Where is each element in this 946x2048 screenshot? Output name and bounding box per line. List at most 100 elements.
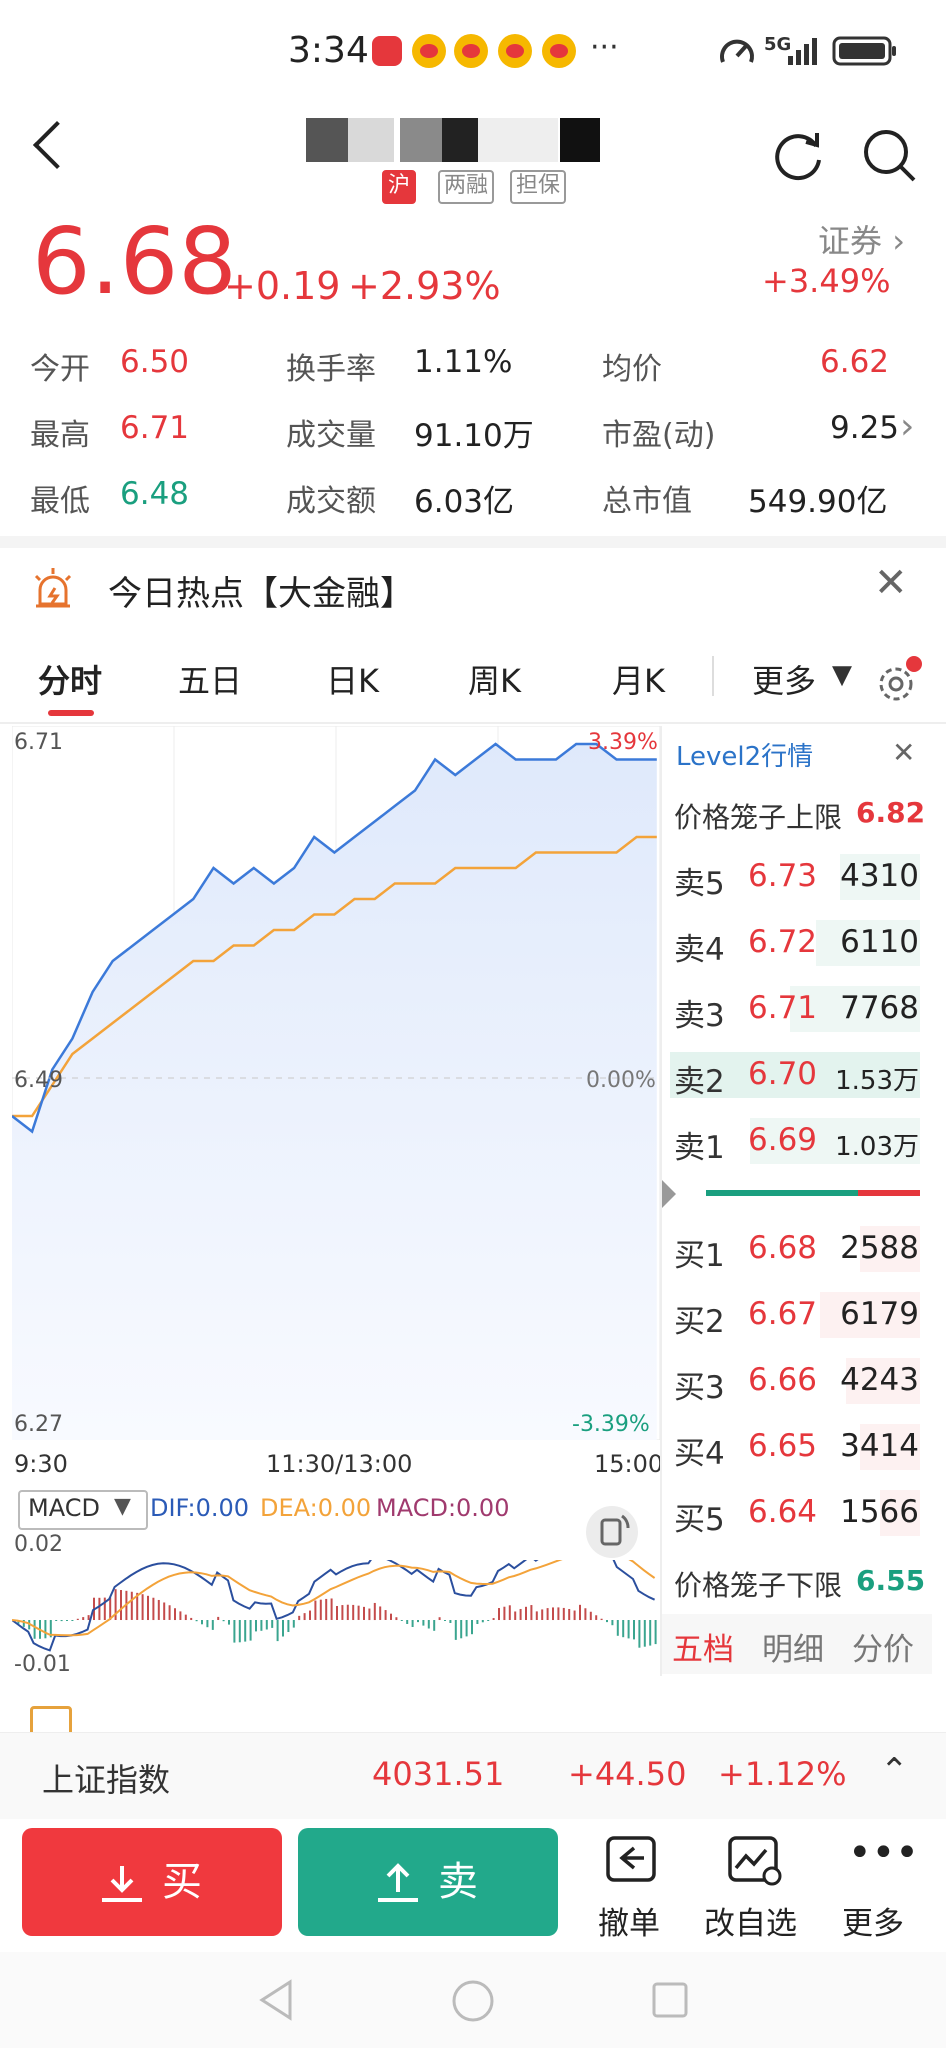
macd-bar bbox=[390, 1613, 392, 1620]
tab-weekly-k[interactable]: 周K bbox=[468, 656, 521, 702]
macd-bar bbox=[211, 1620, 214, 1630]
nav-back-icon[interactable] bbox=[256, 1978, 296, 2022]
macd-bar bbox=[622, 1620, 625, 1638]
ask-label: 卖4 bbox=[674, 932, 725, 968]
settings-gear-icon[interactable] bbox=[872, 656, 922, 706]
macd-bar bbox=[147, 1595, 149, 1621]
index-bar[interactable]: 上证指数 4031.51 +44.50 +1.12% ⌃ bbox=[0, 1732, 946, 1819]
stat-value: 6.71 bbox=[120, 410, 190, 446]
tab-more[interactable]: 更多 bbox=[752, 656, 816, 702]
tab-five-levels[interactable]: 五档 bbox=[672, 1624, 734, 1669]
level2-title[interactable]: Level2行情 bbox=[676, 736, 813, 773]
weibo-notification-icon bbox=[498, 34, 532, 68]
macd-bar bbox=[174, 1608, 176, 1621]
macd-bar bbox=[616, 1620, 619, 1636]
collapse-arrow-icon[interactable] bbox=[662, 1180, 676, 1208]
ask-volume: 7768 bbox=[840, 990, 919, 1026]
ask-volume: 1.03万 bbox=[835, 1132, 919, 1162]
macd-bar bbox=[508, 1605, 511, 1620]
macd-bar bbox=[120, 1590, 122, 1621]
macd-bar bbox=[546, 1608, 549, 1620]
macd-bar bbox=[206, 1620, 209, 1628]
macd-bar bbox=[589, 1611, 592, 1621]
macd-bar bbox=[514, 1611, 517, 1620]
price-change-pct: +2.93% bbox=[348, 264, 501, 308]
macd-bar bbox=[627, 1620, 630, 1639]
macd-bar bbox=[406, 1620, 409, 1624]
stat-value: 6.48 bbox=[120, 476, 190, 512]
indicator-selector[interactable]: MACD ▼ bbox=[18, 1490, 148, 1530]
macd-bar bbox=[454, 1620, 457, 1640]
bid-price: 6.66 bbox=[748, 1362, 818, 1398]
macd-bar bbox=[276, 1620, 279, 1642]
tab-monthly-k[interactable]: 月K bbox=[612, 656, 665, 702]
sector-link[interactable]: 证券 › bbox=[818, 216, 905, 262]
chevron-up-icon[interactable]: ⌃ bbox=[880, 1751, 909, 1791]
cancel-order-button[interactable]: 撤单 bbox=[592, 1830, 672, 1942]
macd-bar bbox=[357, 1605, 360, 1620]
nav-recents-icon[interactable] bbox=[650, 1980, 690, 2020]
sell-label: 卖 bbox=[438, 1859, 478, 1905]
bid-price: 6.67 bbox=[748, 1296, 818, 1332]
close-icon[interactable]: ✕ bbox=[892, 736, 915, 769]
macd-bar bbox=[217, 1616, 220, 1620]
bid-volume: 4243 bbox=[840, 1362, 919, 1398]
search-icon[interactable] bbox=[860, 126, 918, 186]
stat-value: 6.62 bbox=[820, 344, 890, 380]
orderbook-tabs: 五档 明细 分价 bbox=[662, 1614, 932, 1674]
edit-watchlist-button[interactable]: 改自选 bbox=[700, 1830, 810, 1942]
rotate-screen-button[interactable] bbox=[586, 1506, 638, 1558]
tab-intraday[interactable]: 分时 bbox=[38, 656, 102, 702]
close-icon[interactable]: ✕ bbox=[874, 560, 908, 606]
macd-bar bbox=[525, 1606, 527, 1621]
gift-icon bbox=[30, 1706, 72, 1732]
battery-icon bbox=[832, 36, 896, 66]
macd-bar bbox=[179, 1611, 182, 1620]
macd-bar bbox=[66, 1620, 68, 1621]
y-axis-top: 6.71 bbox=[14, 730, 63, 755]
bid-label: 买3 bbox=[674, 1370, 725, 1406]
stat-label: 总市值 bbox=[602, 484, 692, 519]
intraday-chart[interactable] bbox=[12, 726, 660, 1440]
stat-label: 成交量 bbox=[286, 418, 376, 453]
divider bbox=[0, 536, 946, 548]
bid-volume: 2588 bbox=[840, 1230, 919, 1266]
macd-axis-top: 0.02 bbox=[14, 1532, 63, 1557]
index-change: +44.50 bbox=[568, 1755, 687, 1793]
nav-home-icon[interactable] bbox=[450, 1978, 496, 2024]
macd-bar bbox=[433, 1620, 436, 1631]
buy-label: 买 bbox=[162, 1859, 202, 1905]
chevron-right-icon[interactable]: › bbox=[900, 406, 914, 447]
macd-bar bbox=[319, 1599, 322, 1620]
tab-price-volume[interactable]: 分价 bbox=[852, 1624, 914, 1669]
macd-bar bbox=[368, 1608, 371, 1621]
macd-bar bbox=[584, 1608, 587, 1620]
macd-bar bbox=[643, 1620, 646, 1647]
tab-daily-k[interactable]: 日K bbox=[326, 656, 379, 702]
pct-axis-mid: 0.00% bbox=[586, 1068, 656, 1093]
stat-label: 市盈(动) bbox=[602, 418, 716, 453]
ask-price: 6.72 bbox=[748, 924, 818, 960]
y-axis-mid: 6.49 bbox=[14, 1068, 63, 1093]
tab-details[interactable]: 明细 bbox=[762, 1624, 824, 1669]
hot-topic-banner[interactable]: 今日热点【大金融】 ✕ bbox=[0, 548, 946, 630]
stat-label: 均价 bbox=[602, 352, 662, 387]
macd-bar bbox=[82, 1617, 85, 1620]
sell-button[interactable]: 卖 bbox=[298, 1828, 558, 1936]
signal-icon bbox=[788, 38, 817, 65]
stat-label: 最低 bbox=[30, 484, 90, 519]
macd-value: MACD:0.00 bbox=[376, 1494, 510, 1522]
stat-value: 91.10万 bbox=[414, 418, 534, 454]
buy-button[interactable]: 买 bbox=[22, 1828, 282, 1936]
more-actions-button[interactable]: ••• 更多 bbox=[836, 1830, 926, 1942]
tab-five-day[interactable]: 五日 bbox=[178, 656, 242, 702]
macd-bar bbox=[519, 1608, 522, 1620]
macd-bar bbox=[201, 1620, 203, 1625]
macd-bar bbox=[325, 1598, 328, 1621]
back-button[interactable] bbox=[32, 120, 82, 170]
bid-volume: 3414 bbox=[840, 1428, 919, 1464]
macd-bar bbox=[76, 1618, 79, 1620]
refresh-icon[interactable] bbox=[770, 128, 826, 184]
news-teaser[interactable] bbox=[0, 1676, 946, 1732]
stat-value: 1.11% bbox=[414, 344, 513, 380]
